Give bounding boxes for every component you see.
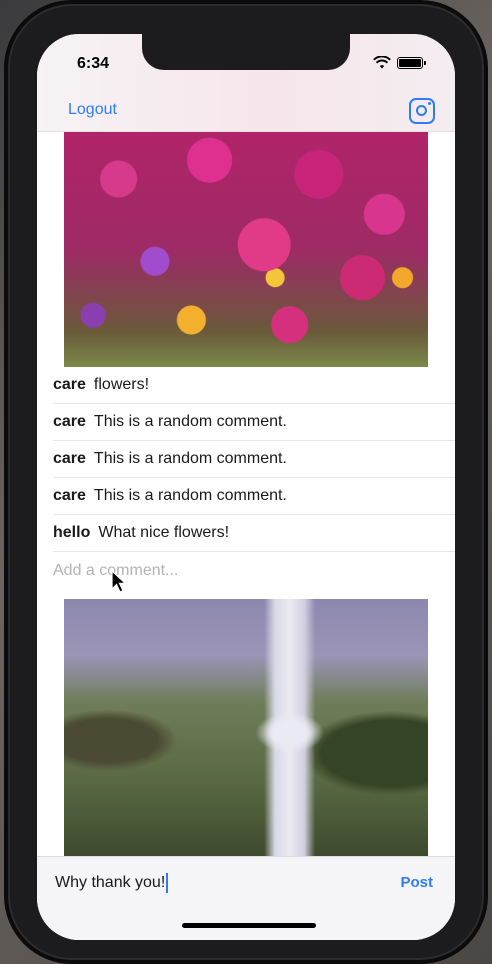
comment-row: care flowers! bbox=[53, 367, 455, 404]
comment-user: care bbox=[53, 413, 86, 430]
comment-text: This is a random comment. bbox=[93, 487, 287, 504]
text-caret bbox=[166, 873, 169, 893]
comment-user: care bbox=[53, 487, 86, 504]
notch bbox=[142, 34, 350, 70]
comment-row: hello What nice flowers! bbox=[53, 515, 455, 552]
comment-user: care bbox=[53, 376, 86, 393]
post-image-flowers bbox=[64, 132, 428, 367]
post-button[interactable]: Post bbox=[400, 874, 433, 891]
post-image-waterfall bbox=[64, 599, 428, 856]
logout-button[interactable]: Logout bbox=[68, 101, 117, 119]
comment-text: This is a random comment. bbox=[93, 450, 287, 467]
camera-icon[interactable] bbox=[409, 98, 435, 124]
comment-input[interactable]: Why thank you! bbox=[55, 873, 169, 893]
home-indicator bbox=[182, 923, 316, 928]
feed[interactable]: care flowers! care This is a random comm… bbox=[37, 132, 455, 856]
comment-row: care This is a random comment. bbox=[53, 478, 455, 515]
comment-user: care bbox=[53, 450, 86, 467]
app-screen: 6:34 Logout care flowers! care This is a… bbox=[37, 34, 455, 940]
comment-text: What nice flowers! bbox=[98, 524, 230, 541]
battery-icon bbox=[397, 56, 426, 69]
comment-input-value: Why thank you! bbox=[55, 874, 166, 891]
comment-row: care This is a random comment. bbox=[53, 404, 455, 441]
comment-list: care flowers! care This is a random comm… bbox=[53, 367, 455, 589]
phone-frame: 6:34 Logout care flowers! care This is a… bbox=[10, 6, 482, 958]
wifi-icon bbox=[373, 56, 391, 69]
status-icons bbox=[373, 56, 426, 69]
comment-text: This is a random comment. bbox=[93, 413, 287, 430]
comment-text: flowers! bbox=[93, 376, 150, 393]
comment-row: care This is a random comment. bbox=[53, 441, 455, 478]
status-time: 6:34 bbox=[77, 55, 110, 72]
comment-user: hello bbox=[53, 524, 91, 541]
mouse-pointer-icon bbox=[111, 570, 127, 593]
